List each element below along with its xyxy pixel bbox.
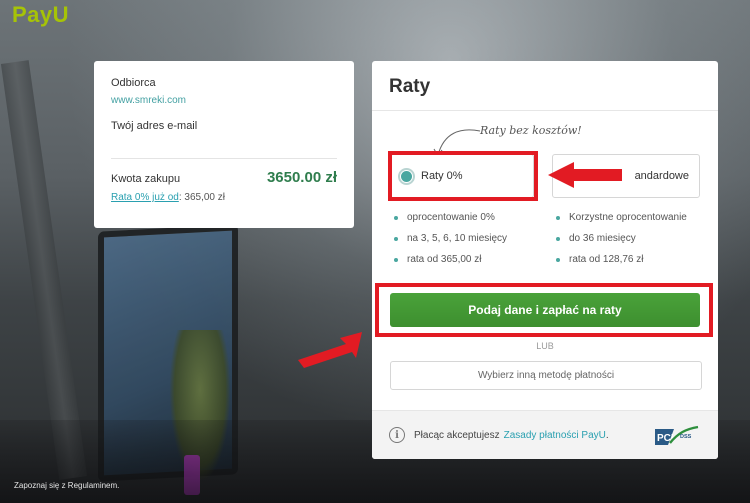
feature-item: oprocentowanie 0% [394,207,507,228]
other-payment-method-button[interactable]: Wybierz inną metodę płatności [390,361,702,390]
feature-item: rata od 365,00 zł [394,249,507,270]
installment-line: Rata 0% już od: 365,00 zł [111,192,337,203]
svg-text:DSS: DSS [680,434,692,440]
recipient-url: www.smreki.com [111,95,187,106]
amount-value: 3650.00 zł [266,169,337,186]
installment-link[interactable]: Rata 0% już od [111,192,179,203]
option-raty-standard-features: Korzystne oprocentowanie do 36 miesięcy … [556,207,687,270]
terms-link[interactable]: Zasady płatności PayU [504,430,606,441]
option-raty-standard-label: andardowe [634,170,689,182]
terms-text: Płacąc akceptujesz [414,429,500,441]
recipient-label: Odbiorca [111,77,156,89]
order-summary-card: Odbiorca www.smreki.com Twój adres e-mai… [94,61,354,228]
installments-title: Raty [372,61,718,111]
terms-notice: Zapoznaj się z Regulaminem. [14,481,120,490]
red-arrow-diagonal-icon [298,332,362,368]
or-divider-text: LUB [536,341,554,351]
feature-item: do 36 miesięcy [556,228,687,249]
feature-item: Korzystne oprocentowanie [556,207,687,228]
option-raty-zero-features: oprocentowanie 0% na 3, 5, 6, 10 miesięc… [394,207,507,270]
background-post [0,60,88,480]
installment-value: : 365,00 zł [178,192,225,203]
info-icon: i [389,427,405,443]
email-label: Twój adres e-mail [111,120,198,132]
summary-divider [111,158,337,159]
terms-footer: i Płacąc akceptujesz Zasady płatności Pa… [372,410,718,459]
hint-text: Raty bez kosztów! [480,124,582,137]
red-arrow-left-icon [548,162,622,188]
highlight-box-option [388,151,538,201]
feature-item: na 3, 5, 6, 10 miesięcy [394,228,507,249]
amount-row: Kwota zakupu 3650.00 zł [111,169,337,186]
pci-dss-logo-icon: PCI DSS [655,425,699,445]
feature-item: rata od 128,76 zł [556,249,687,270]
amount-label: Kwota zakupu [111,173,181,185]
terms-period: . [605,429,609,441]
installments-card: Raty Raty bez kosztów! Raty 0% andardowe… [372,61,718,459]
payu-logo[interactable]: PayU [12,2,69,28]
pay-installments-button[interactable]: Podaj dane i zapłać na raty [390,293,700,327]
